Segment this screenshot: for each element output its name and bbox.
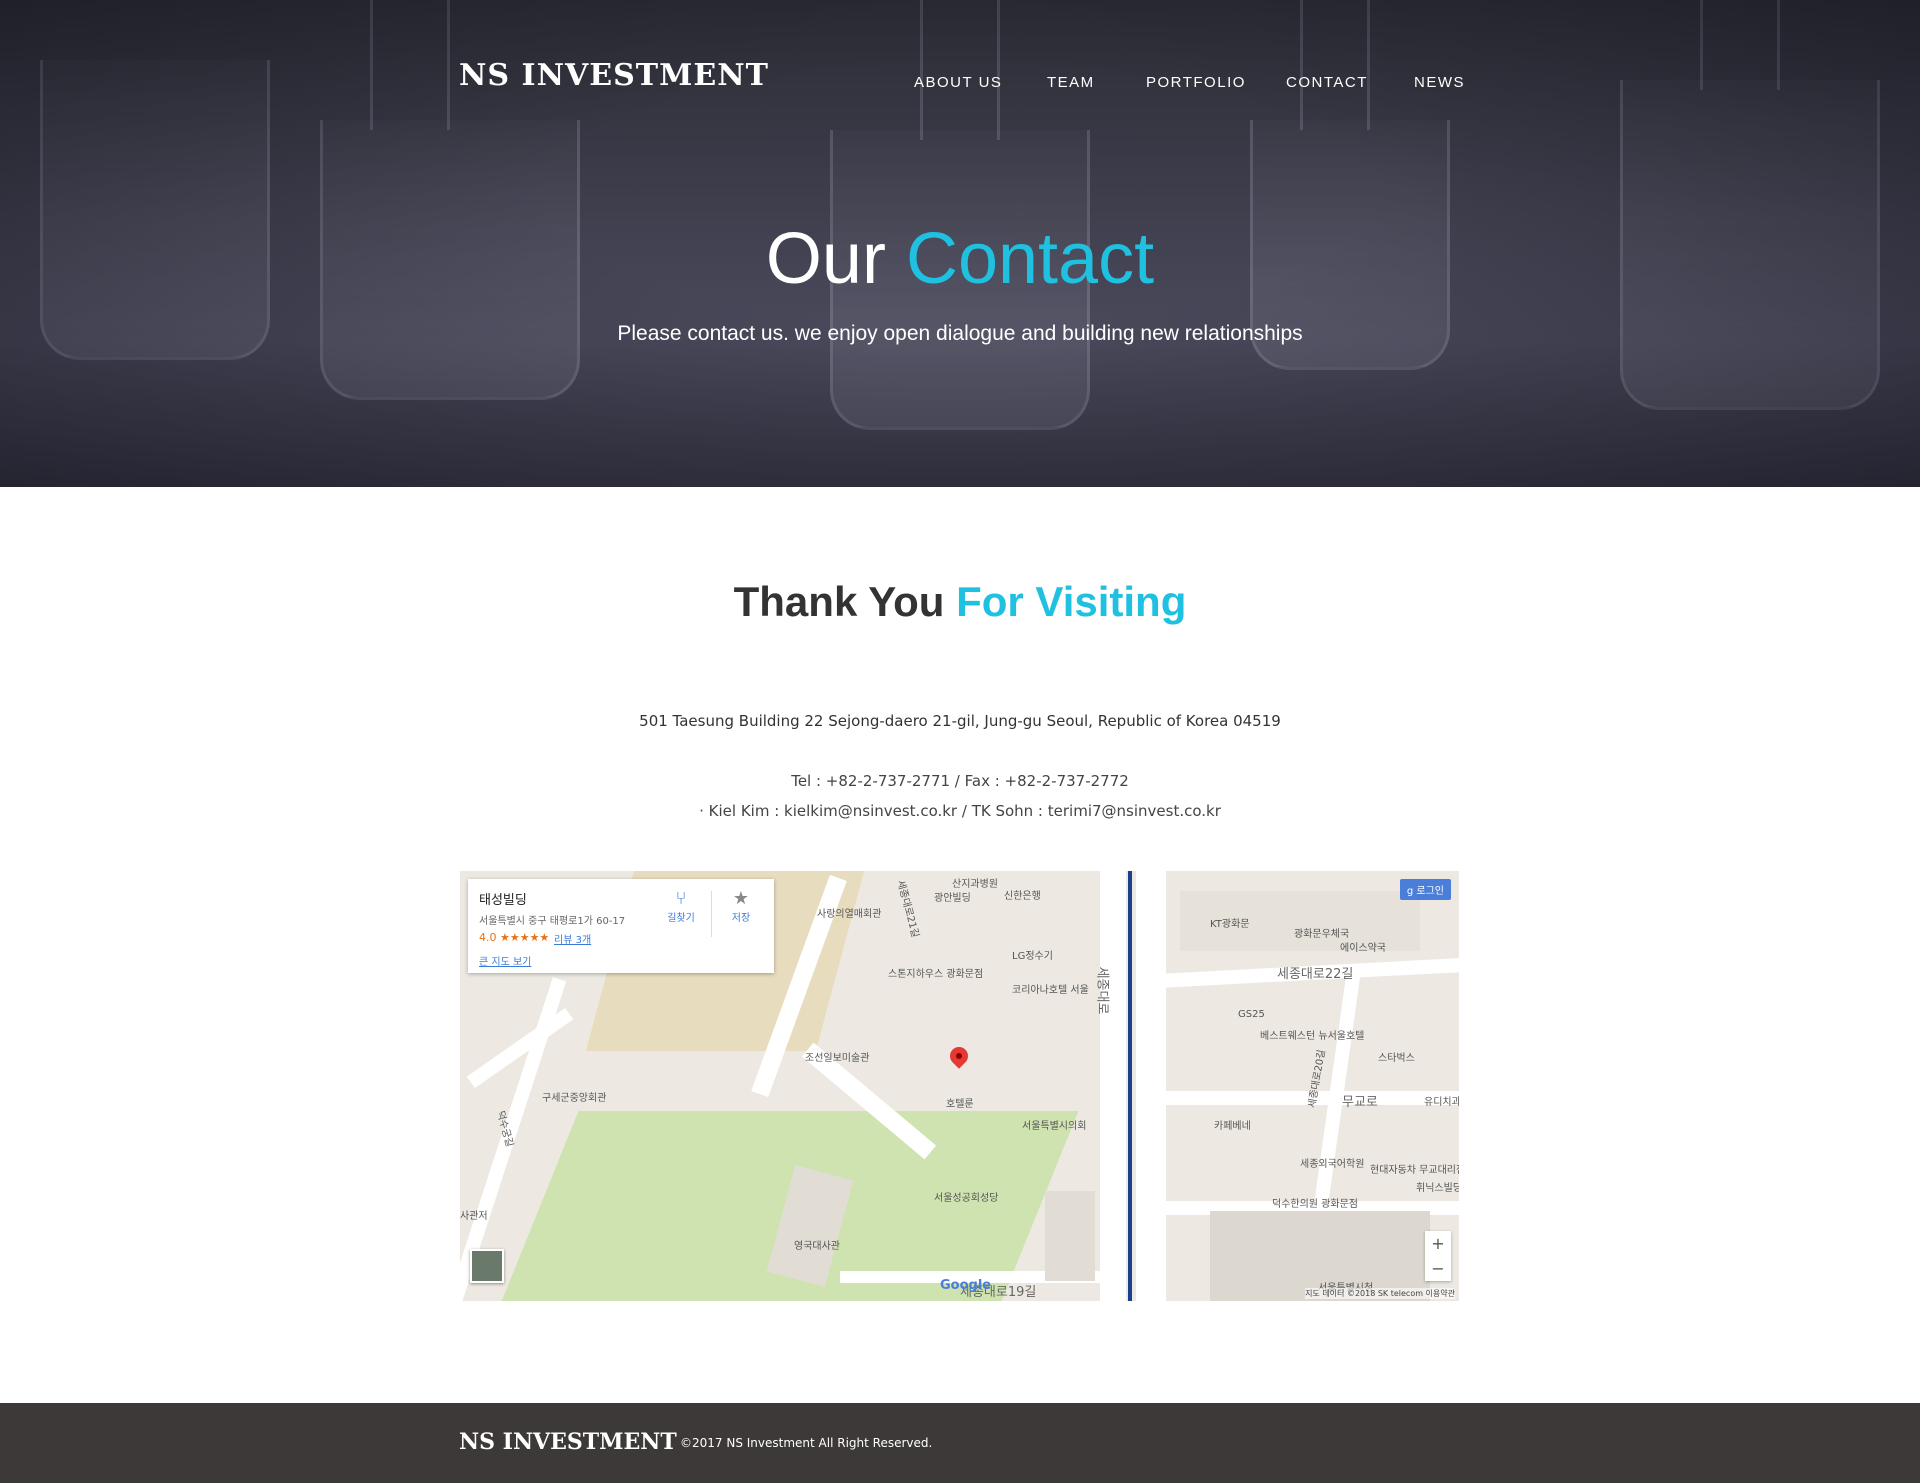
- map-attribution: 지도 데이터 ©2018 SK telecom 이용약관: [1305, 1288, 1455, 1299]
- directions-icon: ⑂: [675, 888, 687, 909]
- place-rating: 4.0 ★★★★★: [479, 931, 550, 944]
- reviews-link[interactable]: 리뷰 3개: [554, 931, 591, 946]
- hero-title-plain: Our: [765, 219, 886, 299]
- nav-about-us[interactable]: ABOUT US: [914, 74, 1002, 91]
- footer-logo[interactable]: NS INVESTMENT: [459, 1429, 677, 1455]
- directions-label: 길찾기: [667, 913, 695, 924]
- map-label: 베스트웨스턴 뉴서울호텔: [1260, 1031, 1365, 1042]
- nav-news[interactable]: NEWS: [1414, 74, 1465, 91]
- map-label: 카페베네: [1214, 1121, 1251, 1132]
- site-footer: NS INVESTMENT ©2017 NS Investment All Ri…: [0, 1403, 1920, 1483]
- save-label: 저장: [731, 913, 751, 924]
- location-pin-dot: [956, 1053, 962, 1059]
- map-label: 덕수한의원 광화문점: [1272, 1199, 1358, 1210]
- map-label: 서울성공회성당: [934, 1193, 999, 1204]
- map-label: 신한은행: [1004, 891, 1041, 902]
- map-label: 무교로: [1342, 1095, 1378, 1110]
- directions-button[interactable]: ⑂ 길찾기: [664, 888, 698, 925]
- place-info-card: 태성빌딩 서울특별시 중구 태평로1가 60-17 4.0 ★★★★★ 리뷰 3…: [468, 879, 774, 973]
- google-plus-icon: g: [1406, 886, 1417, 897]
- hero-subtitle: Please contact us. we enjoy open dialogu…: [617, 322, 1303, 345]
- map-login-button[interactable]: g 로그인: [1399, 879, 1451, 900]
- map-label: 세종외국어학원: [1300, 1159, 1365, 1170]
- view-larger-map-link[interactable]: 큰 지도 보기: [479, 953, 531, 968]
- map-label: KT광화문: [1210, 919, 1250, 930]
- satellite-toggle-thumbnail[interactable]: [470, 1249, 504, 1283]
- tel-fax: Tel : +82-2-737-2771 / Fax : +82-2-737-2…: [791, 772, 1129, 790]
- map-label: 조선일보미술관: [805, 1053, 870, 1064]
- section-title-plain: Thank You: [733, 578, 945, 625]
- zoom-control: + −: [1425, 1231, 1451, 1281]
- map-road: [1100, 871, 1126, 1301]
- google-map[interactable]: 산지과병원 광안빌딩 신한은행 사랑의열매회관 세종대로21길 LG정수기 스톤…: [460, 871, 1459, 1301]
- map-label: 서울특별시의회: [1022, 1121, 1087, 1132]
- nav-team[interactable]: TEAM: [1047, 74, 1095, 91]
- google-logo: Google: [940, 1278, 992, 1293]
- map-label: 세종대로: [1094, 966, 1110, 1015]
- hero-title: Our Contact: [0, 218, 1920, 300]
- nav-contact[interactable]: CONTACT: [1286, 74, 1368, 91]
- star-icon: ★: [732, 888, 750, 909]
- map-label: 유디치과: [1424, 1097, 1459, 1108]
- hero-banner: NS INVESTMENT ABOUT US TEAM PORTFOLIO CO…: [0, 0, 1920, 487]
- map-label: 세종대로22길: [1277, 967, 1354, 982]
- map-login-label: 로그인: [1416, 886, 1444, 897]
- map-label: 광안빌딩: [934, 893, 971, 904]
- map-label: GS25: [1238, 1009, 1265, 1020]
- map-label: 현대자동차 무교대리점: [1370, 1165, 1459, 1176]
- map-building: [1045, 1191, 1095, 1281]
- map-label: 사관저: [460, 1211, 488, 1222]
- map-road: [1136, 871, 1166, 1301]
- map-label: 영국대사관: [794, 1241, 840, 1252]
- map-label: 휘닉스빌딩: [1416, 1183, 1459, 1194]
- zoom-in-button[interactable]: +: [1425, 1231, 1451, 1256]
- subway-line: [1128, 871, 1132, 1301]
- map-label: 스톤지하우스 광화문점: [888, 969, 984, 980]
- card-divider: [711, 891, 712, 937]
- map-label: 에이스약국: [1340, 943, 1386, 954]
- map-label: 구세군중앙회관: [542, 1093, 607, 1104]
- map-label: 사랑의열매회관: [817, 909, 882, 920]
- place-address: 서울특별시 중구 태평로1가 60-17: [479, 916, 626, 927]
- section-title: Thank You For Visiting: [0, 578, 1920, 626]
- map-label: 스타벅스: [1378, 1053, 1415, 1064]
- zoom-out-button[interactable]: −: [1425, 1256, 1451, 1281]
- map-label: LG정수기: [1012, 951, 1053, 962]
- place-name: 태성빌딩: [479, 893, 527, 908]
- section-title-accent: For Visiting: [956, 578, 1187, 625]
- save-button[interactable]: ★ 저장: [724, 888, 758, 925]
- map-label: 호텔룬: [946, 1099, 974, 1110]
- map-label: 산지과병원: [952, 879, 998, 890]
- map-label: 세종대로21길: [894, 879, 921, 939]
- hero-title-accent: Contact: [905, 219, 1155, 299]
- contact-emails: · Kiel Kim : kielkim@nsinvest.co.kr / TK…: [699, 802, 1221, 820]
- copyright-text: ©2017 NS Investment All Right Reserved.: [680, 1436, 933, 1450]
- map-label: 광화문우체국: [1294, 929, 1350, 940]
- map-label: 코리아나호텔 서울: [1012, 985, 1089, 996]
- site-logo[interactable]: NS INVESTMENT: [459, 58, 769, 93]
- office-address: 501 Taesung Building 22 Sejong-daero 21-…: [639, 712, 1281, 730]
- nav-portfolio[interactable]: PORTFOLIO: [1146, 74, 1246, 91]
